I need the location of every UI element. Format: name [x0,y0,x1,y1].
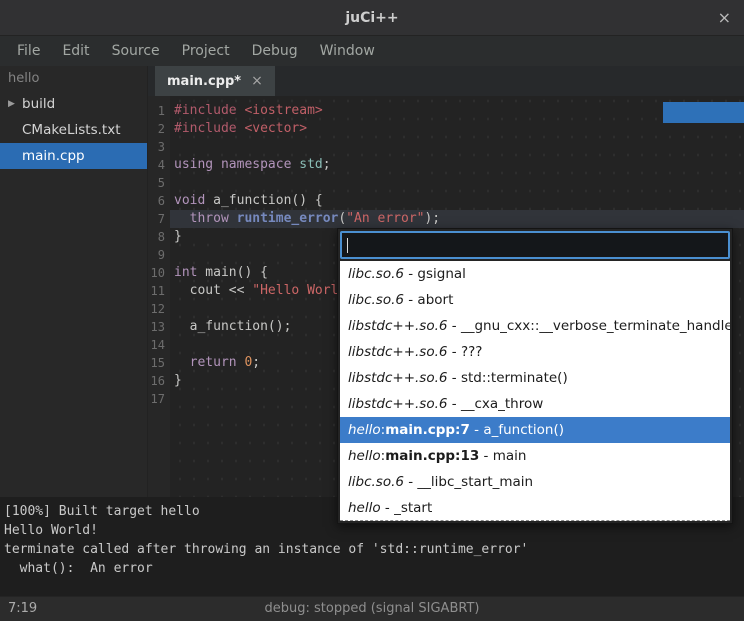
tab-close-icon[interactable]: × [251,73,263,89]
tree-item-label: build [22,96,55,112]
line-number: 13 [148,318,170,336]
tab-main-cpp[interactable]: main.cpp* × [155,66,275,96]
line-number: 15 [148,354,170,372]
line-number: 16 [148,372,170,390]
line-number: 9 [148,246,170,264]
stack-frame-item[interactable]: libstdc++.so.6 - __cxa_throw [340,391,730,417]
line-number: 3 [148,138,170,156]
menu-item-edit[interactable]: Edit [51,36,100,66]
scroll-position-indicator [663,102,744,123]
line-number: 6 [148,192,170,210]
file-sidebar: hello ▶build CMakeLists.txt main.cpp [0,66,148,497]
line-number: 12 [148,300,170,318]
stack-frame-item[interactable]: libstdc++.so.6 - ??? [340,339,730,365]
code-line[interactable]: 7 throw runtime_error("An error"); [148,210,744,228]
tab-bar: main.cpp* × [148,66,744,96]
stack-search-input[interactable] [340,231,730,259]
code-text: void a_function() { [170,192,744,210]
menu-item-file[interactable]: File [6,36,51,66]
stack-list: libc.so.6 - gsignallibc.so.6 - abortlibs… [340,261,730,521]
stack-frame-item[interactable]: hello:main.cpp:13 - main [340,443,730,469]
line-number: 5 [148,174,170,192]
tree-item-build[interactable]: ▶build [0,91,147,117]
line-number: 1 [148,102,170,120]
code-text: using namespace std; [170,156,744,174]
code-line[interactable]: 3 [148,138,744,156]
code-text: #include <iostream> [170,102,744,120]
stack-frame-item[interactable]: hello:main.cpp:7 - a_function() [340,417,730,443]
code-line[interactable]: 2#include <vector> [148,120,744,138]
menu-item-source[interactable]: Source [101,36,171,66]
line-number: 2 [148,120,170,138]
stack-trace-popup: libc.so.6 - gsignallibc.so.6 - abortlibs… [337,228,733,524]
line-number: 8 [148,228,170,246]
line-number: 14 [148,336,170,354]
window-close-icon[interactable]: × [718,10,731,26]
line-number: 11 [148,282,170,300]
tree-item-cmakelists-txt[interactable]: CMakeLists.txt [0,117,147,143]
code-line[interactable]: 4using namespace std; [148,156,744,174]
text-caret [347,238,348,253]
tree-item-main-cpp[interactable]: main.cpp [0,143,147,169]
code-line[interactable]: 1#include <iostream> [148,102,744,120]
code-line[interactable]: 5 [148,174,744,192]
expander-arrow-icon[interactable]: ▶ [8,99,22,109]
menu-item-window[interactable]: Window [309,36,386,66]
stack-frame-item[interactable]: libstdc++.so.6 - std::terminate() [340,365,730,391]
code-text: throw runtime_error("An error"); [170,210,744,228]
line-number: 7 [148,210,170,228]
code-text [170,174,744,192]
code-text [170,138,744,156]
title-bar: juCi++ × [0,0,744,36]
menu-item-project[interactable]: Project [171,36,241,66]
line-number: 17 [148,390,170,408]
line-number: 4 [148,156,170,174]
menu-item-debug[interactable]: Debug [241,36,309,66]
tab-label: main.cpp* [167,74,241,89]
stack-frame-item[interactable]: libc.so.6 - abort [340,287,730,313]
stack-frame-item[interactable]: hello - _start [340,495,730,521]
tree-item-label: main.cpp [22,148,85,164]
window-title: juCi++ [345,10,398,26]
stack-frame-item[interactable]: libc.so.6 - __libc_start_main [340,469,730,495]
project-name: hello [0,66,147,91]
stack-frame-item[interactable]: libc.so.6 - gsignal [340,261,730,287]
console-line: what(): An error [4,559,740,578]
stack-frame-item[interactable]: libstdc++.so.6 - __gnu_cxx::__verbose_te… [340,313,730,339]
code-line[interactable]: 6void a_function() { [148,192,744,210]
file-tree: ▶build CMakeLists.txt main.cpp [0,91,147,169]
status-bar: 7:19 debug: stopped (signal SIGABRT) [0,596,744,621]
menu-bar: FileEditSourceProjectDebugWindow [0,36,744,66]
tree-item-label: CMakeLists.txt [22,122,121,138]
debug-status-message: debug: stopped (signal SIGABRT) [0,597,744,621]
console-line: terminate called after throwing an insta… [4,540,740,559]
code-text: #include <vector> [170,120,744,138]
line-number: 10 [148,264,170,282]
